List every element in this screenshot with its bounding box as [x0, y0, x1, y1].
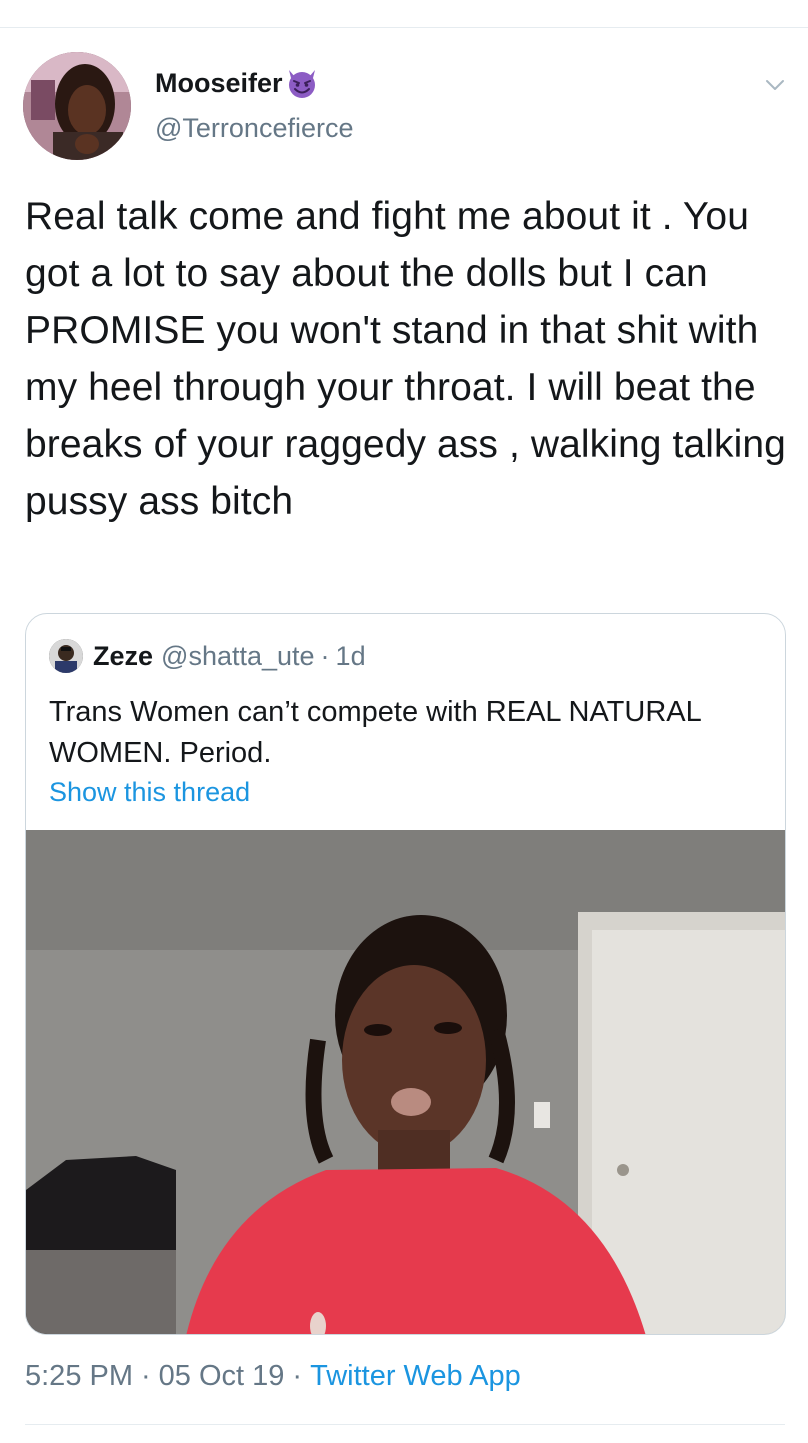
tweet-time[interactable]: 5:25 PM [25, 1360, 133, 1393]
tweet-date[interactable]: 05 Oct 19 [159, 1360, 285, 1393]
tweet-source-link[interactable]: Twitter Web App [310, 1360, 521, 1393]
author-name-text: Mooseifer [155, 67, 283, 98]
quoted-display-name[interactable]: Zeze [93, 641, 153, 672]
bottom-divider [25, 1424, 785, 1425]
quoted-tweet-card[interactable]: Zeze @shatta_ute · 1d Trans Women can’t … [25, 613, 786, 1335]
author-avatar[interactable] [23, 52, 131, 160]
meta-separator: · [292, 1360, 303, 1392]
quoted-separator: · [320, 640, 330, 671]
tweet-detail-page: Mooseifer @Terroncefierce Real talk come… [0, 0, 808, 1443]
quoted-video-thumbnail[interactable] [26, 830, 785, 1334]
top-divider [0, 27, 808, 28]
quoted-age: 1d [335, 640, 366, 671]
meta-separator: · [141, 1360, 151, 1392]
show-thread-link[interactable]: Show this thread [49, 777, 250, 808]
quoted-handle: @shatta_ute [161, 640, 315, 671]
chevron-down-icon[interactable] [760, 70, 790, 100]
tweet-meta: 5:25 PM · 05 Oct 19 · Twitter Web App [25, 1360, 521, 1393]
author-display-name[interactable]: Mooseifer [155, 66, 319, 100]
tweet-text: Real talk come and fight me about it . Y… [25, 195, 786, 523]
smiling-devil-icon [285, 66, 319, 100]
quoted-tweet-header: Zeze @shatta_ute · 1d [49, 638, 366, 674]
quoted-author-avatar[interactable] [49, 639, 83, 673]
quoted-tweet-text: Trans Women can’t compete with REAL NATU… [49, 696, 701, 769]
author-handle[interactable]: @Terroncefierce [155, 113, 353, 144]
